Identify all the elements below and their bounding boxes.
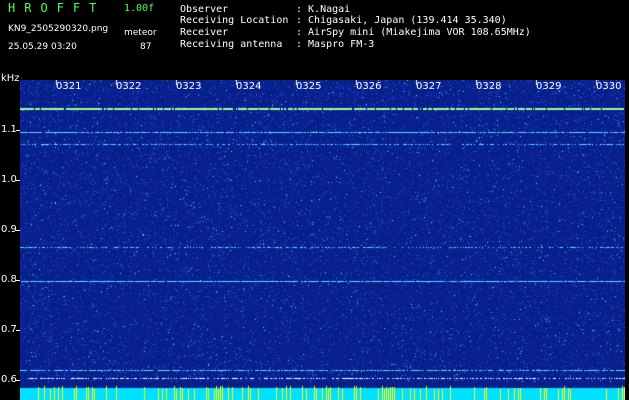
app-title: HROFFT <box>8 1 106 15</box>
time-tick-label: 0329 <box>536 81 562 92</box>
y-tick-label: 0.7 <box>1 324 17 335</box>
time-tick-label: 0330 <box>596 81 622 92</box>
antenna-label: Receiving antenna <box>180 39 283 50</box>
y-tick-label: 0.6 <box>1 374 17 385</box>
receiver-value: : AirSpy mini (Miakejima VOR 108.65MHz) <box>296 27 531 38</box>
y-tick-mark <box>16 230 20 231</box>
y-tick-label: 0.9 <box>1 224 17 235</box>
antenna-value: : Maspro FM-3 <box>296 39 375 50</box>
time-tick-label: 0325 <box>296 81 322 92</box>
datetime-label: 25.05.29 03:20 <box>8 42 77 52</box>
y-tick-mark <box>16 330 20 331</box>
receiver-label: Receiver <box>180 27 229 38</box>
y-tick-mark <box>16 380 20 381</box>
location-value: : Chigasaki, Japan (139.414 35.340) <box>296 15 507 26</box>
y-tick-mark <box>16 130 20 131</box>
time-tick-label: 0327 <box>416 81 442 92</box>
y-tick-mark <box>16 180 20 181</box>
y-tick-label: 0.8 <box>1 274 17 285</box>
time-tick-label: 0326 <box>356 81 382 92</box>
location-label: Receiving Location <box>180 15 289 26</box>
time-tick-label: 0324 <box>236 81 262 92</box>
y-tick-mark <box>16 280 20 281</box>
time-tick-label: 0322 <box>116 81 142 92</box>
time-tick-label: 0328 <box>476 81 502 92</box>
y-tick-label: 1.1 <box>1 124 17 135</box>
meteor-label: meteor <box>124 28 157 38</box>
time-tick-label: 0323 <box>176 81 202 92</box>
filename-label: KN9_2505290320.png <box>8 24 109 34</box>
y-tick-label: 1.0 <box>1 174 17 185</box>
time-tick-label: 0321 <box>56 81 82 92</box>
version-label: 1.00f <box>124 3 155 14</box>
y-axis-unit: kHz <box>1 73 20 84</box>
meteor-count: 87 <box>140 42 152 52</box>
spectrogram-canvas <box>20 80 625 400</box>
